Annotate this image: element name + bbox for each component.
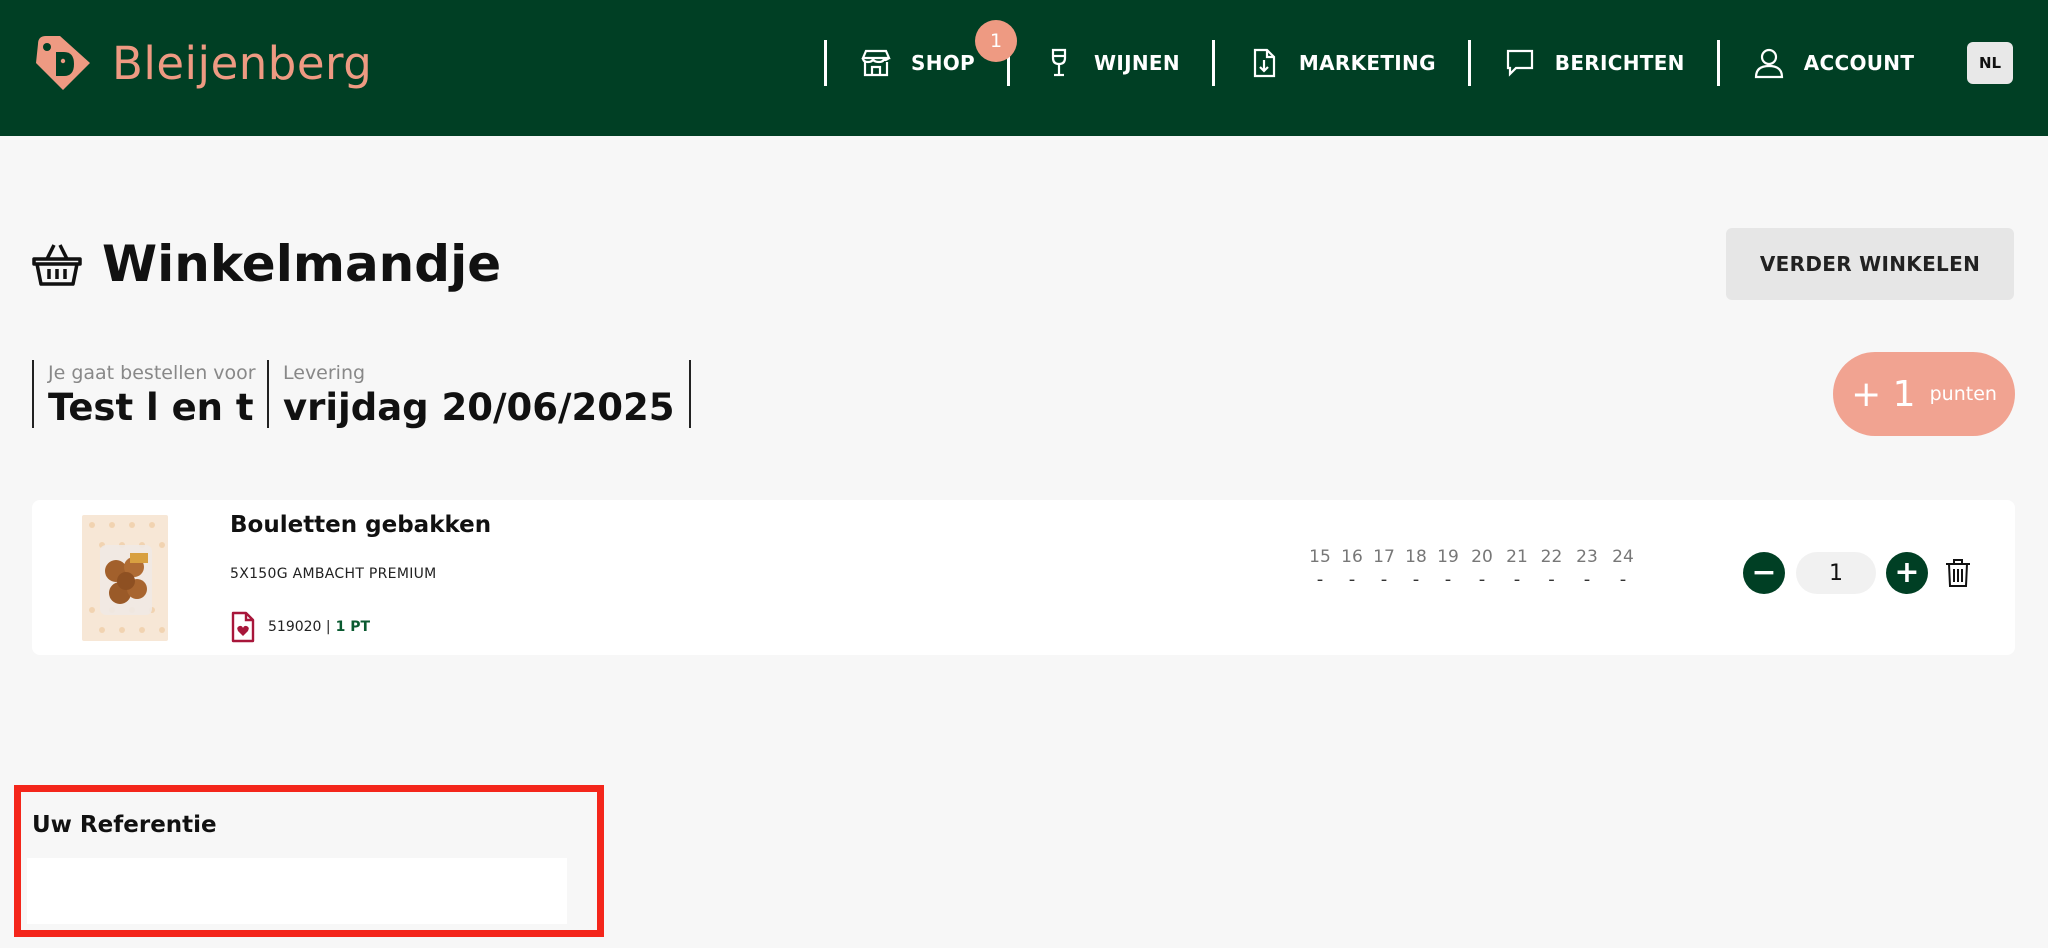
product-image xyxy=(82,515,168,641)
quantity-value[interactable]: 1 xyxy=(1796,552,1876,594)
user-icon xyxy=(1754,48,1783,79)
nav-label-wijnen: WIJNEN xyxy=(1094,51,1180,75)
language-switcher[interactable]: NL xyxy=(1967,42,2013,84)
decrease-quantity-button[interactable]: − xyxy=(1743,552,1785,594)
reference-input[interactable] xyxy=(27,858,567,924)
day-column: 17- xyxy=(1368,547,1400,590)
nav-item-berichten[interactable]: BERICHTEN xyxy=(1471,40,1717,86)
nav-item-account[interactable]: ACCOUNT xyxy=(1720,40,1947,86)
nav-label-marketing: MARKETING xyxy=(1298,51,1436,75)
day-quantity: - xyxy=(1478,569,1486,590)
message-icon xyxy=(1506,49,1533,77)
day-quantity: - xyxy=(1316,569,1324,590)
logo-tag-icon xyxy=(36,36,90,90)
day-number: 23 xyxy=(1576,547,1598,567)
day-column: 22- xyxy=(1534,547,1569,590)
main-nav: SHOP 1 WIJNEN MARKETING BERICHTEN ACCOUN… xyxy=(824,20,1947,86)
brand-logo[interactable]: Bleijenberg xyxy=(30,30,372,96)
shop-icon xyxy=(861,49,891,77)
day-number: 22 xyxy=(1540,547,1563,567)
continue-shopping-button[interactable]: VERDER WINKELEN xyxy=(1726,228,2014,300)
document-download-icon xyxy=(1253,48,1276,78)
reference-label: Uw Referentie xyxy=(32,812,217,838)
day-number: 21 xyxy=(1506,547,1528,567)
day-number: 15 xyxy=(1309,547,1331,567)
points-amount: + 1 xyxy=(1851,373,1916,415)
trash-icon[interactable] xyxy=(1944,558,1972,588)
day-number: 20 xyxy=(1471,547,1493,567)
order-for-caption: Je gaat bestellen voor xyxy=(48,362,256,384)
product-meta: 519020 | 1 PT xyxy=(230,610,370,644)
day-quantity: - xyxy=(1348,569,1356,590)
day-number: 16 xyxy=(1341,547,1363,567)
nav-item-shop[interactable]: SHOP 1 xyxy=(827,20,1017,86)
day-number: 17 xyxy=(1373,547,1395,567)
favorite-document-icon[interactable] xyxy=(230,610,256,644)
day-quantity: - xyxy=(1619,569,1627,590)
nav-item-wijnen[interactable]: WIJNEN xyxy=(1010,40,1212,86)
day-quantity: - xyxy=(1583,569,1591,590)
nav-label-account: ACCOUNT xyxy=(1803,51,1915,75)
increase-quantity-button[interactable]: + xyxy=(1886,552,1928,594)
day-number: 18 xyxy=(1405,547,1427,567)
top-navigation-bar: Bleijenberg SHOP 1 WIJNEN MARKETING BERI… xyxy=(0,0,2048,136)
product-name[interactable]: Bouletten gebakken xyxy=(230,512,491,538)
cart-item: Bouletten gebakken 5X150G AMBACHT PREMIU… xyxy=(32,500,2015,655)
product-code: 519020 | xyxy=(268,619,331,635)
day-column: 21- xyxy=(1500,547,1534,590)
page-title-text: Winkelmandje xyxy=(102,235,502,293)
order-for-value: Test l en t xyxy=(48,386,254,429)
nav-item-marketing[interactable]: MARKETING xyxy=(1215,40,1468,86)
delivery-caption: Levering xyxy=(283,362,366,384)
points-label: punten xyxy=(1929,383,1997,405)
day-quantity: - xyxy=(1548,569,1555,590)
page-title: Winkelmandje xyxy=(30,235,501,293)
delivery-date: vrijdag 20/06/2025 xyxy=(283,386,675,429)
nav-label-shop: SHOP xyxy=(911,51,976,75)
basket-icon xyxy=(32,244,82,286)
wine-glass-icon xyxy=(1051,48,1067,77)
day-column: 20- xyxy=(1464,547,1500,590)
day-number: 19 xyxy=(1437,547,1459,567)
day-column: 18- xyxy=(1400,547,1432,590)
day-column: 16- xyxy=(1336,547,1368,590)
day-quantity: - xyxy=(1412,569,1420,590)
day-quantity: - xyxy=(1444,569,1452,590)
product-points: 1 PT xyxy=(335,619,371,635)
day-column: 24- xyxy=(1605,547,1641,590)
day-column: 23- xyxy=(1569,547,1605,590)
day-column: 15- xyxy=(1304,547,1336,590)
points-badge: + 1 punten xyxy=(1833,352,2015,436)
nav-label-berichten: BERICHTEN xyxy=(1554,51,1685,75)
day-column: 19- xyxy=(1432,547,1464,590)
delivery-days: 15- 16- 17- 18- 19- 20- 21- 22- 23- 24- xyxy=(1304,547,1641,590)
brand-name: Bleijenberg xyxy=(112,36,373,90)
day-number: 24 xyxy=(1612,547,1634,567)
order-for-block: Je gaat bestellen voor Test l en t xyxy=(32,360,256,429)
delivery-block: Levering vrijdag 20/06/2025 xyxy=(267,360,691,429)
day-quantity: - xyxy=(1380,569,1388,590)
day-quantity: - xyxy=(1513,569,1521,590)
product-subtitle: 5X150G AMBACHT PREMIUM xyxy=(230,566,437,582)
